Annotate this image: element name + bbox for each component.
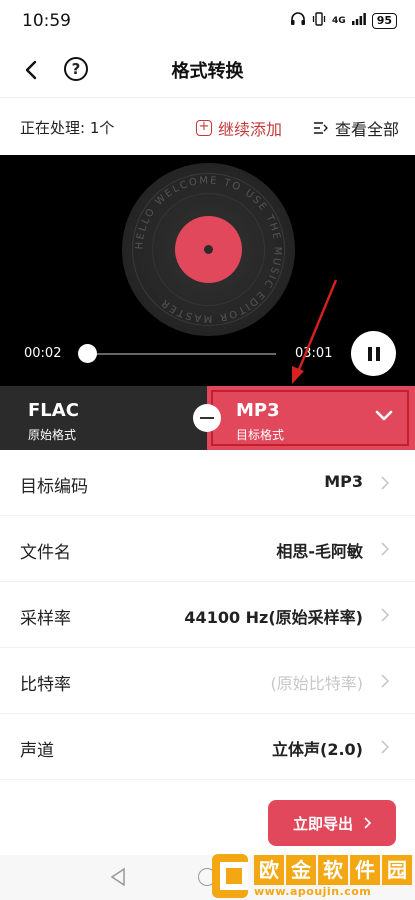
vinyl-hole <box>204 245 213 254</box>
status-bar: 10:59 4G 95 <box>0 0 415 40</box>
view-all-label: 查看全部 <box>335 120 400 139</box>
setting-sample-rate[interactable]: 采样率 44100 Hz(原始采样率) <box>0 582 415 648</box>
watermark-url: www.apoujin.com <box>254 884 372 898</box>
battery-indicator: 95 <box>371 12 397 29</box>
chevron-right-icon <box>381 608 389 622</box>
status-time: 10:59 <box>22 11 71 31</box>
chevron-right-icon <box>364 817 371 829</box>
processing-row: 正在处理: 1个 + 继续添加 查看全部 <box>0 99 415 155</box>
source-format-label: 原始格式 <box>28 428 77 442</box>
network-label: 4G <box>332 15 346 26</box>
export-button[interactable]: 立即导出 <box>268 800 396 846</box>
page-title: 格式转换 <box>171 61 244 82</box>
setting-bit-rate[interactable]: 比特率 (原始比特率) <box>0 648 415 714</box>
pause-bar-left <box>367 346 372 361</box>
plus-icon: + <box>196 120 212 136</box>
total-time: 03:01 <box>295 346 333 361</box>
view-all-button[interactable]: 查看全部 <box>313 116 399 140</box>
watermark-logo <box>212 854 248 898</box>
vinyl-disc: HELLO WELCOME TO USE THE MUSIC EDITOR MA… <box>122 163 295 336</box>
target-format-label: 目标格式 <box>236 428 285 442</box>
pause-bar-right <box>375 346 380 361</box>
format-selector: FLAC 原始格式 MP3 目标格式 <box>0 386 415 450</box>
setting-target-codec[interactable]: 目标编码 MP3 <box>0 450 415 516</box>
setting-value: 相思-毛阿敏 <box>276 542 363 561</box>
headphones-icon <box>290 12 306 29</box>
setting-file-name[interactable]: 文件名 相思-毛阿敏 <box>0 516 415 582</box>
vibrate-icon <box>312 12 326 29</box>
watermark: 欧 金 软 件 园 www.apoujin.com <box>212 852 412 900</box>
add-more-button[interactable]: + 继续添加 <box>196 116 282 140</box>
setting-label: 声道 <box>20 741 54 761</box>
chevron-right-icon <box>381 674 389 688</box>
source-format-panel: FLAC 原始格式 <box>0 386 207 450</box>
progress-handle[interactable] <box>78 344 97 363</box>
setting-value: MP3 <box>324 472 363 491</box>
setting-value: 立体声(2.0) <box>272 740 363 759</box>
chevron-right-icon <box>381 542 389 556</box>
processing-count: 正在处理: 1个 <box>20 119 115 137</box>
export-label: 立即导出 <box>292 814 353 833</box>
current-time: 00:02 <box>24 346 62 361</box>
chevron-right-icon <box>381 476 389 490</box>
setting-value: 44100 Hz(原始采样率) <box>184 608 363 627</box>
add-more-label: 继续添加 <box>218 120 283 139</box>
source-format-name: FLAC <box>28 400 79 421</box>
signal-icon <box>351 13 366 28</box>
chevron-down-icon <box>375 410 393 421</box>
minus-icon <box>200 416 214 420</box>
watermark-title: 欧 金 软 件 园 <box>254 854 412 885</box>
setting-label: 目标编码 <box>20 477 88 497</box>
target-format-name: MP3 <box>236 400 280 421</box>
setting-label: 采样率 <box>20 609 71 629</box>
audio-player: HELLO WELCOME TO USE THE MUSIC EDITOR MA… <box>0 155 415 386</box>
setting-channels[interactable]: 声道 立体声(2.0) <box>0 714 415 780</box>
settings-list: 目标编码 MP3 文件名 相思-毛阿敏 采样率 44100 Hz(原始采样率) … <box>0 450 415 780</box>
watermark-text: 欧 金 软 件 园 www.apoujin.com <box>254 854 412 898</box>
format-swap-button[interactable] <box>193 404 221 432</box>
vinyl-label <box>175 216 242 283</box>
list-icon <box>314 122 328 134</box>
chevron-right-icon <box>381 740 389 754</box>
setting-label: 比特率 <box>20 675 71 695</box>
status-icons: 4G 95 <box>290 12 397 29</box>
pause-button[interactable] <box>351 331 396 376</box>
setting-label: 文件名 <box>20 543 71 563</box>
setting-value: (原始比特率) <box>270 674 364 693</box>
top-nav-bar: ? 格式转换 <box>0 40 415 98</box>
progress-track[interactable] <box>86 353 276 355</box>
triangle-back-icon <box>110 867 125 887</box>
target-format-dropdown[interactable]: MP3 目标格式 <box>207 386 415 450</box>
